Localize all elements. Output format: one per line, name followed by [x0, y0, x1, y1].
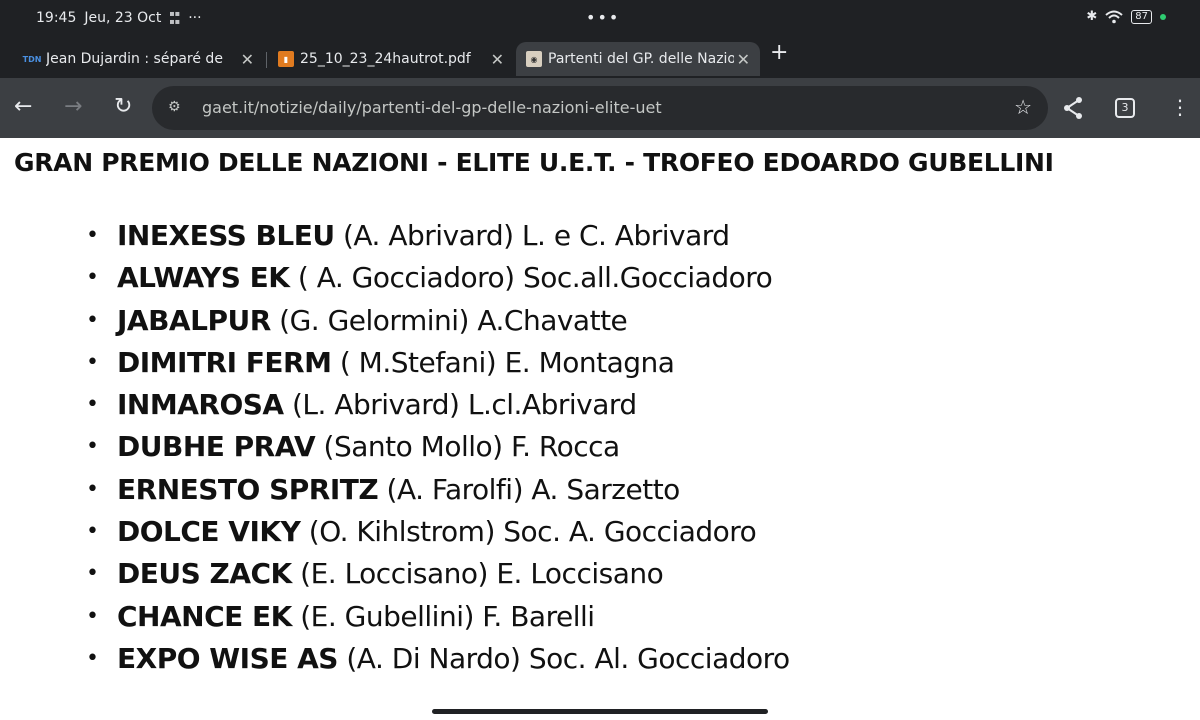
- address-bar[interactable]: ⚙ gaet.it/notizie/daily/partenti-del-gp-…: [152, 86, 1048, 130]
- bullet-icon: •: [86, 307, 99, 333]
- tab-title: Partenti del GP. delle Nazion: [548, 51, 734, 67]
- driver-owner: (E. Gubellini) F. Barelli: [291, 599, 595, 633]
- close-tab-icon[interactable]: ✕: [737, 50, 750, 69]
- driver-owner: (E. Loccisano) E. Loccisano: [291, 557, 664, 591]
- tab-title: 25_10_23_24hautrot.pdf: [300, 51, 471, 67]
- status-time: 19:45: [36, 10, 77, 26]
- horse-name: CHANCE EK: [117, 599, 292, 633]
- bullet-icon: •: [86, 603, 99, 629]
- home-indicator[interactable]: [432, 709, 768, 714]
- battery-icon: 87: [1131, 9, 1152, 24]
- bullet-icon: •: [86, 645, 99, 671]
- bullet-icon: •: [86, 392, 99, 418]
- url-text[interactable]: gaet.it/notizie/daily/partenti-del-gp-de…: [202, 98, 662, 117]
- tab-tdn[interactable]: TDN Jean Dujardin : séparé de Na ✕: [14, 42, 264, 76]
- wifi-icon: [1105, 10, 1123, 23]
- driver-owner: (A. Abrivard) L. e C. Abrivard: [334, 219, 730, 252]
- back-icon[interactable]: ←: [14, 94, 32, 120]
- bullet-icon: •: [86, 519, 99, 545]
- status-left: 19:45 Jeu, 23 Oct ▪▪ ▪▪ ···: [36, 9, 202, 27]
- horse-name: DIMITRI FERM: [117, 345, 332, 379]
- site-settings-icon[interactable]: ⚙: [168, 99, 181, 115]
- new-tab-icon[interactable]: +: [770, 40, 788, 65]
- entry-text: ERNESTO SPRITZ (A. Farolfi) A. Sarzetto: [117, 472, 680, 508]
- driver-owner: (L. Abrivard) L.cl.Abrivard: [283, 388, 637, 422]
- horse-name: DOLCE VIKY: [117, 515, 301, 549]
- close-tab-icon[interactable]: ✕: [241, 50, 254, 69]
- horse-name: ALWAYS EK: [117, 261, 290, 295]
- bullet-icon: •: [86, 265, 99, 291]
- entry-text: CHANCE EK (E. Gubellini) F. Barelli: [117, 599, 595, 635]
- tab-strip: TDN Jean Dujardin : séparé de Na ✕ ▮ 25_…: [0, 36, 1200, 78]
- driver-owner: (A. Di Nardo) Soc. Al. Gocciadoro: [337, 641, 790, 675]
- reload-icon[interactable]: ↻: [114, 94, 132, 120]
- horse-name: INEXESS BLEU: [117, 219, 335, 252]
- status-date: Jeu, 23 Oct: [84, 10, 162, 26]
- horse-name: EXPO WISE AS: [117, 641, 338, 675]
- entry-text: DUBHE PRAV (Santo Mollo) F. Rocca: [117, 429, 620, 465]
- tab-separator: [266, 52, 267, 68]
- browser-toolbar: ← → ↻ ⚙ gaet.it/notizie/daily/partenti-d…: [0, 78, 1200, 138]
- bullet-icon: •: [86, 561, 99, 587]
- bookmark-star-icon[interactable]: ☆: [1014, 95, 1032, 119]
- entry-text: DOLCE VIKY (O. Kihlstrom) Soc. A. Goccia…: [117, 514, 757, 550]
- entry-text: DEUS ZACK (E. Loccisano) E. Loccisano: [117, 556, 664, 592]
- tab-switcher-button[interactable]: 3: [1115, 98, 1135, 118]
- page-title: GRAN PREMIO DELLE NAZIONI - ELITE U.E.T.…: [14, 148, 1054, 177]
- entry-text: INEXESS BLEU (A. Abrivard) L. e C. Abriv…: [117, 218, 730, 254]
- close-tab-icon[interactable]: ✕: [491, 50, 504, 69]
- bluetooth-icon: ✱: [1086, 9, 1098, 24]
- bullet-icon: •: [86, 434, 99, 460]
- driver-owner: ( M.Stefani) E. Montagna: [331, 345, 675, 379]
- horse-name: INMAROSA: [117, 388, 284, 422]
- horse-name: JABALPUR: [117, 303, 271, 337]
- horse-name: DUBHE PRAV: [117, 430, 316, 464]
- tab-title: Jean Dujardin : séparé de Na: [46, 51, 226, 67]
- multitask-handle-icon[interactable]: •••: [586, 8, 620, 27]
- bullet-icon: •: [86, 476, 99, 502]
- entry-text: EXPO WISE AS (A. Di Nardo) Soc. Al. Gocc…: [117, 641, 790, 677]
- horse-name: DEUS ZACK: [117, 557, 292, 591]
- bullet-icon: •: [86, 349, 99, 375]
- tab-active-gaet[interactable]: ◉ Partenti del GP. delle Nazion ✕: [516, 42, 760, 76]
- entry-text: JABALPUR (G. Gelormini) A.Chavatte: [117, 303, 628, 339]
- notification-icon: ▪▪ ▪▪: [169, 9, 181, 26]
- tab-pdf[interactable]: ▮ 25_10_23_24hautrot.pdf ✕: [268, 42, 514, 76]
- pdf-favicon-icon: ▮: [278, 51, 294, 67]
- horse-name: ERNESTO SPRITZ: [117, 472, 379, 506]
- driver-owner: (Santo Mollo) F. Rocca: [315, 430, 621, 464]
- entry-text: INMAROSA (L. Abrivard) L.cl.Abrivard: [117, 387, 637, 423]
- driver-owner: ( A. Gocciadoro) Soc.all.Gocciadoro: [289, 261, 773, 295]
- status-bar: 19:45 Jeu, 23 Oct ▪▪ ▪▪ ··· ••• ✱ 87: [0, 0, 1200, 36]
- more-notifications-icon: ···: [188, 10, 202, 26]
- tdn-favicon-icon: TDN: [22, 54, 42, 64]
- bullet-icon: •: [86, 223, 99, 248]
- entry-text: ALWAYS EK ( A. Gocciadoro) Soc.all.Gocci…: [117, 260, 773, 296]
- share-icon[interactable]: [1062, 96, 1084, 120]
- web-page: GRAN PREMIO DELLE NAZIONI - ELITE U.E.T.…: [0, 138, 1200, 720]
- menu-icon[interactable]: ⋮: [1170, 94, 1190, 120]
- driver-owner: (G. Gelormini) A.Chavatte: [270, 303, 628, 337]
- driver-owner: (A. Farolfi) A. Sarzetto: [378, 472, 681, 506]
- privacy-indicator-icon: [1160, 13, 1166, 20]
- entry-text: DIMITRI FERM ( M.Stefani) E. Montagna: [117, 345, 675, 381]
- status-right: ✱ 87: [1086, 9, 1166, 24]
- gaet-favicon-icon: ◉: [526, 51, 542, 67]
- forward-icon[interactable]: →: [64, 94, 82, 120]
- driver-owner: (O. Kihlstrom) Soc. A. Gocciadoro: [300, 515, 757, 549]
